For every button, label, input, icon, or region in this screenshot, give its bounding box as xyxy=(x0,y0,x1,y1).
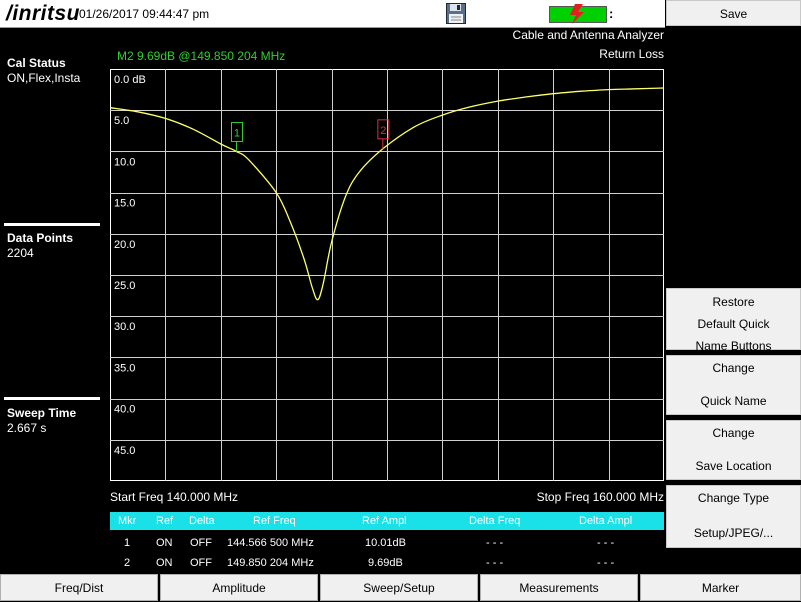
change-type-button[interactable]: Change Type Setup/JPEG/... xyxy=(666,485,801,548)
floppy-disk-icon xyxy=(446,3,466,24)
save-button[interactable]: Save xyxy=(666,0,801,26)
marker-label: 1 xyxy=(234,127,240,139)
cell-ref-ampl: 10.01dB xyxy=(365,537,406,549)
cal-status-value: ON,Flex,Insta xyxy=(7,71,81,85)
app-title: Cable and Antenna Analyzer xyxy=(512,28,664,42)
y-tick-label: 0.0 dB xyxy=(114,74,146,86)
cell-ref-ampl: 9.69dB xyxy=(368,557,403,569)
col-header-ref-ampl: Ref Ampl xyxy=(362,515,407,527)
trace-markers: 12 xyxy=(230,119,390,152)
cell-delta: OFF xyxy=(190,557,212,569)
datetime-display: 01/26/2017 09:44:47 pm xyxy=(79,7,210,21)
cal-status-label: Cal Status xyxy=(7,56,66,70)
change-save-location-button[interactable]: Change Save Location xyxy=(666,420,801,480)
cell-delta-ampl: - - - xyxy=(597,557,615,569)
y-tick-label: 40.0 xyxy=(114,404,135,416)
active-marker-readout: M2 9.69dB @149.850 204 MHz xyxy=(117,49,286,63)
marker-label: 2 xyxy=(380,125,386,137)
panel-divider xyxy=(4,397,100,400)
cell-delta-ampl: - - - xyxy=(597,537,615,549)
cell-ref: ON xyxy=(156,537,173,549)
cell-ref-freq: 149.850 204 MHz xyxy=(227,557,314,569)
lightning-bolt-icon xyxy=(570,4,584,24)
button-label-line: Quick Name xyxy=(700,394,767,408)
cell-mkr: 1 xyxy=(124,537,131,549)
plot-grid xyxy=(110,69,664,481)
data-points-value: 2204 xyxy=(7,246,34,260)
button-label-line: Change Type xyxy=(697,491,770,505)
cell-mkr: 2 xyxy=(124,557,131,569)
sweep-time-label: Sweep Time xyxy=(7,406,77,420)
button-label-line: Name Buttons xyxy=(695,339,772,353)
y-tick-label: 30.0 xyxy=(114,321,135,333)
col-header-delta-freq: Delta Freq xyxy=(469,515,521,527)
panel-divider xyxy=(4,223,100,226)
menu-measurements[interactable]: Measurements xyxy=(480,574,638,601)
y-tick-label: 15.0 xyxy=(114,198,135,210)
start-frequency[interactable]: Start Freq 140.000 MHz xyxy=(110,490,238,504)
marker-1: 1 xyxy=(230,121,243,152)
cell-ref: ON xyxy=(156,557,173,569)
button-label-line: Change xyxy=(712,361,755,375)
y-tick-label: 5.0 xyxy=(114,115,129,127)
return-loss-plot[interactable]: 0.0 dB 5.0 10.0 15.0 20.0 25.0 30.0 35.0 40.0 45.… xyxy=(110,69,664,481)
y-tick-label: 25.0 xyxy=(114,280,135,292)
anritsu-logo: /inritsu xyxy=(6,2,81,25)
y-tick-label: 20.0 xyxy=(114,239,135,251)
col-header-delta-ampl: Delta Ampl xyxy=(579,515,633,527)
save-button-label: Save xyxy=(719,7,748,21)
sweep-time-value: 2.667 s xyxy=(7,421,47,435)
button-label-line: Setup/JPEG/... xyxy=(693,526,774,540)
battery-suffix: : xyxy=(609,6,614,21)
y-tick-label: 35.0 xyxy=(114,362,135,374)
col-header-ref: Ref xyxy=(156,515,174,527)
cell-ref-freq: 144.566 500 MHz xyxy=(227,537,314,549)
y-tick-label: 10.0 xyxy=(114,156,135,168)
menu-amplitude[interactable]: Amplitude xyxy=(160,574,318,601)
change-quick-name-button[interactable]: Change Quick Name xyxy=(666,355,801,415)
cell-delta: OFF xyxy=(190,537,212,549)
restore-default-quick-name-buttons-button[interactable]: Restore Default Quick Name Buttons xyxy=(666,288,801,353)
button-label-line: Save Location xyxy=(695,459,772,473)
stop-frequency[interactable]: Stop Freq 160.000 MHz xyxy=(537,490,664,504)
data-points-label: Data Points xyxy=(7,231,74,245)
menu-marker[interactable]: Marker xyxy=(640,574,801,601)
button-label-line: Restore xyxy=(712,295,755,309)
menu-sweep-setup[interactable]: Sweep/Setup xyxy=(320,574,478,601)
cell-delta-freq: - - - xyxy=(486,537,504,549)
col-header-delta: Delta xyxy=(189,515,215,527)
button-label-line: Default Quick xyxy=(697,317,770,331)
menu-freq-dist[interactable]: Freq/Dist xyxy=(0,574,158,601)
col-header-ref-freq: Ref Freq xyxy=(253,515,296,527)
measurement-mode-title: Return Loss xyxy=(599,47,664,61)
cell-delta-freq: - - - xyxy=(486,557,504,569)
y-tick-label: 45.0 xyxy=(114,445,135,457)
col-header-mkr: Mkr xyxy=(118,515,137,527)
button-label-line: Change xyxy=(712,426,755,440)
